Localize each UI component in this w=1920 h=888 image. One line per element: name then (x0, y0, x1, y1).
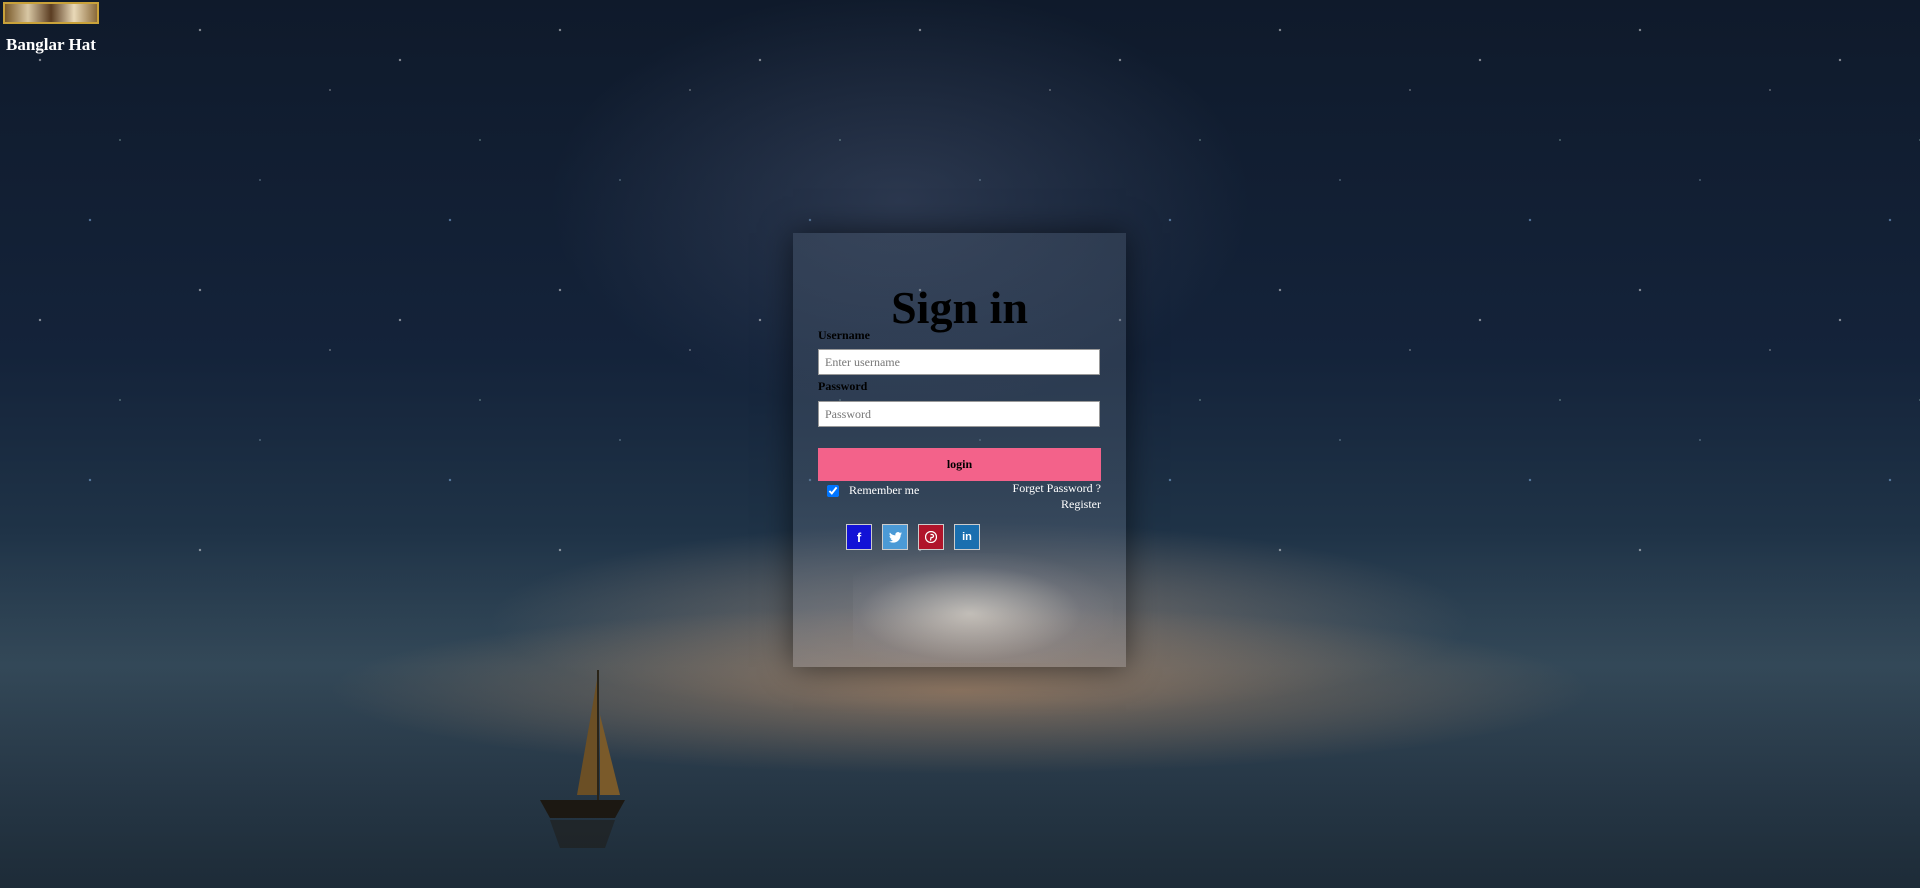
cloud-decoration (853, 553, 1113, 663)
remember-me[interactable]: Remember me (827, 483, 919, 498)
password-input[interactable] (818, 401, 1100, 427)
page-title: Sign in (891, 282, 1028, 333)
twitter-icon[interactable] (882, 524, 908, 550)
facebook-icon[interactable]: f (846, 524, 872, 550)
brand-name: Banglar Hat (6, 35, 96, 54)
pinterest-icon[interactable] (918, 524, 944, 550)
sign-in-card: Sign in Username Password login Remember… (793, 233, 1126, 667)
brand-logo[interactable] (3, 2, 99, 24)
sailboat-image (540, 670, 625, 848)
remember-me-label: Remember me (849, 483, 920, 497)
social-links: f in (846, 524, 980, 550)
linkedin-icon[interactable]: in (954, 524, 980, 550)
username-input[interactable] (818, 349, 1100, 375)
brand: Banglar Hat (3, 2, 99, 55)
login-button[interactable]: login (818, 448, 1101, 481)
username-label: Username (818, 328, 870, 342)
remember-me-checkbox[interactable] (827, 484, 839, 497)
register-link[interactable]: Register (1061, 497, 1101, 512)
password-label: Password (818, 379, 868, 393)
forgot-password-link[interactable]: Forget Password ? (1013, 481, 1101, 496)
